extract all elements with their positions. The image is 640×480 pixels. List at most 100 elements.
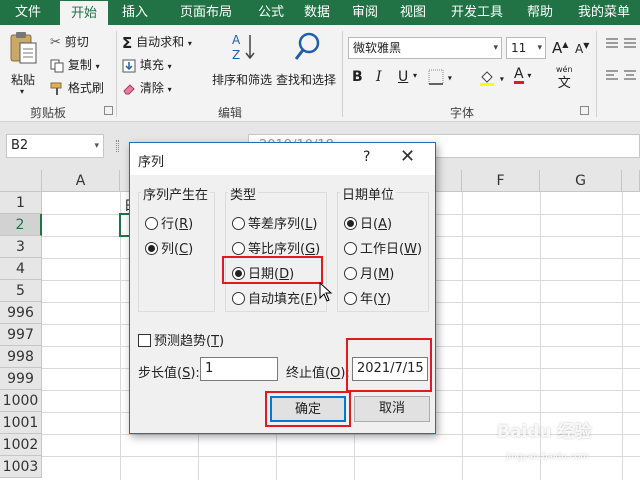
sort-filter-button[interactable]: A Z 排序和筛选 <box>212 31 274 97</box>
copy-dropdown-icon[interactable]: ▾ <box>96 62 100 71</box>
font-name-select[interactable]: 微软雅黑 ▾ <box>348 37 502 59</box>
group-divider <box>342 31 343 117</box>
italic-button[interactable]: I <box>376 69 382 85</box>
format-painter-button[interactable]: 格式刷 <box>50 79 104 96</box>
paren-label: ) <box>188 242 194 257</box>
underline-dropdown-icon[interactable]: ▾ <box>413 71 417 80</box>
row-header[interactable]: 4 <box>0 258 42 280</box>
hotkey-label: F <box>305 292 313 307</box>
underline-button[interactable]: U <box>398 69 408 85</box>
radio-year[interactable]: 年(Y) <box>344 288 391 307</box>
fill-color-button[interactable]: ▾ <box>478 69 504 87</box>
name-box[interactable]: B2 ▾ <box>6 134 104 158</box>
radio-month[interactable]: 月(M) <box>344 263 394 282</box>
shrink-font-button[interactable]: A▼ <box>575 41 589 56</box>
series-in-title: 序列产生在 <box>141 184 211 203</box>
font-color-button[interactable]: A ▾ <box>514 67 531 84</box>
paint-bucket-icon <box>480 71 494 86</box>
column-header-h[interactable] <box>622 170 640 192</box>
paren-label: ) <box>188 217 194 232</box>
date-unit-title: 日期单位 <box>340 184 397 203</box>
borders-button[interactable]: ▾ <box>428 69 452 85</box>
row-header[interactable]: 1003 <box>0 456 42 478</box>
radio-linear[interactable]: 等差序列(L) <box>232 213 317 232</box>
radio-growth[interactable]: 等比序列(G) <box>232 238 320 257</box>
close-icon[interactable]: ✕ <box>400 146 415 167</box>
clear-button[interactable]: 清除 ▾ <box>122 79 172 96</box>
paste-icon <box>10 32 37 64</box>
column-header-a[interactable]: A <box>42 170 120 192</box>
row-header[interactable]: 1 <box>0 192 42 214</box>
radio-columns[interactable]: 列(C) <box>145 238 193 257</box>
fill-dropdown-icon[interactable]: ▾ <box>168 62 172 71</box>
font-launcher-icon[interactable] <box>580 106 589 115</box>
watermark-logo: Baidu 经验 <box>497 422 592 442</box>
copy-button[interactable]: 复制 ▾ <box>50 56 100 73</box>
step-value-input[interactable]: 1 <box>200 357 278 381</box>
row-header[interactable]: 996 <box>0 302 42 324</box>
radio-rows[interactable]: 行(R) <box>145 213 193 232</box>
radio-button-icon <box>344 267 357 280</box>
step-label: 步长值(S): <box>138 362 200 381</box>
radio-day[interactable]: 日(A) <box>344 213 392 232</box>
row-header[interactable]: 2 <box>0 214 42 236</box>
paren-label: ) <box>386 217 393 232</box>
tab-page-layout[interactable]: 页面布局 <box>164 0 248 25</box>
row-header[interactable]: 1000 <box>0 390 42 412</box>
dialog-titlebar[interactable]: 序列 ? ✕ <box>130 143 435 175</box>
select-all-corner[interactable] <box>0 170 42 192</box>
bold-button[interactable]: B <box>352 69 363 85</box>
row-header[interactable]: 3 <box>0 236 42 258</box>
ribbon: 粘贴 ▾ ✂ 剪切 复制 ▾ 格式刷 剪贴板 Σ 自动求和 ▾ 填充 ▾ 清除 … <box>0 25 640 122</box>
phonetic-button[interactable]: wén 文 <box>556 65 573 91</box>
font-color-dropdown-icon[interactable]: ▾ <box>527 71 531 80</box>
radio-autofill[interactable]: 自动填充(F) <box>232 288 318 307</box>
row-header[interactable]: 997 <box>0 324 42 346</box>
font-group-label: 字体 <box>450 106 475 120</box>
tab-my-menu[interactable]: 我的菜单 <box>570 0 638 25</box>
shrink-font-icon: A <box>575 42 584 56</box>
stop-label: 终止值(O): <box>286 362 350 381</box>
row-header[interactable]: 5 <box>0 280 42 302</box>
tab-help[interactable]: 帮助 <box>518 0 562 25</box>
radio-weekday[interactable]: 工作日(W) <box>344 238 422 257</box>
tab-insert[interactable]: 插入 <box>112 0 158 25</box>
row-header[interactable]: 1002 <box>0 434 42 456</box>
autosum-dropdown-icon[interactable]: ▾ <box>188 39 192 48</box>
tab-developer[interactable]: 开发工具 <box>442 0 512 25</box>
find-select-label: 查找和选择 <box>276 73 337 87</box>
clear-dropdown-icon[interactable]: ▾ <box>168 85 172 94</box>
borders-dropdown-icon[interactable]: ▾ <box>448 74 452 83</box>
fill-color-dropdown-icon[interactable]: ▾ <box>500 75 504 84</box>
clipboard-launcher-icon[interactable] <box>104 106 113 115</box>
font-size-select[interactable]: 11 ▾ <box>506 37 546 59</box>
column-header-f[interactable]: F <box>462 170 540 192</box>
cut-button[interactable]: ✂ 剪切 <box>50 33 89 50</box>
paren-label: ) <box>312 217 318 232</box>
row-header[interactable]: 999 <box>0 368 42 390</box>
row-header[interactable]: 998 <box>0 346 42 368</box>
grow-font-button[interactable]: A▲ <box>552 39 568 57</box>
tab-view[interactable]: 视图 <box>390 0 436 25</box>
highlight-ok-button <box>265 391 351 427</box>
paste-button[interactable]: 粘贴 ▾ <box>8 31 42 96</box>
help-button[interactable]: ? <box>363 149 370 165</box>
trend-checkbox[interactable]: 预测趋势(T) <box>138 330 224 349</box>
tab-formulas[interactable]: 公式 <box>248 0 294 25</box>
radio-day-label: 日( <box>360 217 379 232</box>
formula-bar-splitter[interactable] <box>116 140 119 152</box>
row-header[interactable]: 1001 <box>0 412 42 434</box>
cancel-button[interactable]: 取消 <box>354 396 430 422</box>
autosum-button[interactable]: Σ 自动求和 ▾ <box>122 33 192 52</box>
tab-file[interactable]: 文件 <box>0 0 56 25</box>
find-select-button[interactable]: 查找和选择 <box>276 31 338 97</box>
tab-review[interactable]: 审阅 <box>342 0 388 25</box>
tab-data[interactable]: 数据 <box>294 0 340 25</box>
align-top-icon[interactable] <box>604 37 638 97</box>
column-header-g[interactable]: G <box>540 170 622 192</box>
name-box-value: B2 <box>11 138 29 153</box>
fill-button[interactable]: 填充 ▾ <box>122 56 172 73</box>
paste-dropdown-icon[interactable]: ▾ <box>20 87 24 96</box>
tab-home[interactable]: 开始 <box>60 1 108 25</box>
paren-label: ) <box>315 242 321 257</box>
